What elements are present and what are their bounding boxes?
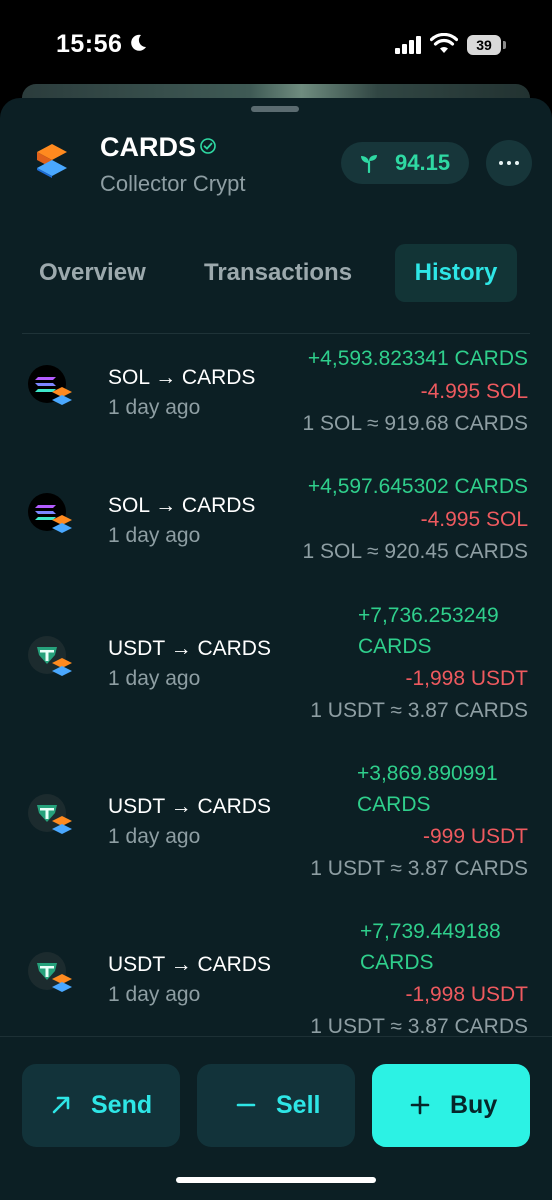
history-pair: USDT → CARDS — [108, 637, 271, 660]
history-rate: 1 SOL ≈ 919.68 CARDS — [302, 412, 528, 435]
plus-icon — [410, 1095, 430, 1115]
history-received-unit: CARDS — [357, 793, 431, 816]
token-score-value: 94.15 — [395, 150, 451, 175]
battery-level: 39 — [467, 35, 501, 55]
history-pair: SOL → CARDS — [108, 494, 256, 517]
token-subtitle: Collector Crypt — [100, 171, 246, 196]
history-pair: USDT → CARDS — [108, 953, 271, 976]
history-received: +4,597.645302 CARDS — [307, 475, 528, 498]
sol-to-cards-icon — [28, 365, 72, 405]
history-received-unit: CARDS — [358, 635, 432, 658]
tab-overview[interactable]: Overview — [39, 244, 146, 302]
history-rate: 1 USDT ≈ 3.87 CARDS — [310, 1015, 528, 1036]
buy-button[interactable]: Buy — [372, 1064, 530, 1147]
history-time: 1 day ago — [108, 667, 201, 690]
token-name: CARDS — [100, 132, 197, 162]
battery-icon: 39 — [467, 35, 507, 55]
send-label: Send — [91, 1091, 153, 1119]
status-bar: 15:56 39 — [0, 0, 552, 86]
tab-history[interactable]: History — [395, 244, 517, 302]
usdt-to-cards-icon — [28, 952, 72, 992]
status-time: 15:56 — [56, 30, 123, 58]
sell-button[interactable]: Sell — [197, 1064, 355, 1147]
wifi-icon — [430, 33, 458, 53]
history-sent: -1,998 USDT — [405, 667, 528, 690]
history-pair: USDT → CARDS — [108, 795, 271, 818]
arrow-up-right-icon — [52, 1096, 70, 1114]
usdt-to-cards-icon — [28, 636, 72, 676]
home-indicator[interactable] — [176, 1177, 376, 1183]
minus-icon — [236, 1103, 256, 1107]
history-received-amount: +3,869.890991 — [357, 762, 498, 785]
history-rate: 1 SOL ≈ 920.45 CARDS — [302, 540, 528, 563]
usdt-to-cards-icon — [28, 794, 72, 834]
moon-icon — [131, 34, 146, 51]
history-sent: -1,998 USDT — [405, 983, 528, 1006]
send-button[interactable]: Send — [22, 1064, 180, 1147]
history-pair: SOL → CARDS — [108, 366, 256, 389]
buy-label: Buy — [450, 1091, 498, 1119]
history-received: +4,593.823341 CARDS — [307, 347, 528, 370]
token-score-pill[interactable]: 94.15 — [341, 142, 469, 184]
token-sheet: CARDS Collector Crypt 94.15 Overview Tra… — [0, 98, 552, 1200]
history-list[interactable]: SOL → CARDS 1 day ago +4,593.823341 CARD… — [0, 334, 552, 1036]
history-sent: -4.995 SOL — [420, 380, 528, 403]
sprout-icon — [361, 155, 377, 173]
history-time: 1 day ago — [108, 983, 201, 1006]
more-options-button[interactable] — [486, 140, 532, 186]
sell-label: Sell — [276, 1091, 321, 1119]
history-rate: 1 USDT ≈ 3.87 CARDS — [310, 699, 528, 722]
history-time: 1 day ago — [108, 524, 201, 547]
history-sent: -999 USDT — [422, 825, 528, 848]
tab-transactions[interactable]: Transactions — [204, 244, 352, 302]
history-received-unit: CARDS — [360, 951, 434, 974]
history-time: 1 day ago — [108, 396, 201, 419]
sol-to-cards-icon — [28, 493, 72, 533]
history-received-amount: +7,739.449188 — [360, 920, 501, 943]
cellular-signal-icon — [395, 36, 421, 54]
history-sent: -4.995 SOL — [420, 508, 528, 531]
history-time: 1 day ago — [108, 825, 201, 848]
action-bar: Send Sell Buy — [0, 1036, 552, 1200]
sheet-grabber[interactable] — [251, 106, 299, 112]
history-rate: 1 USDT ≈ 3.87 CARDS — [310, 857, 528, 880]
history-received-amount: +7,736.253249 — [358, 604, 499, 627]
verified-badge-icon — [200, 138, 216, 154]
cards-token-logo — [37, 144, 67, 178]
